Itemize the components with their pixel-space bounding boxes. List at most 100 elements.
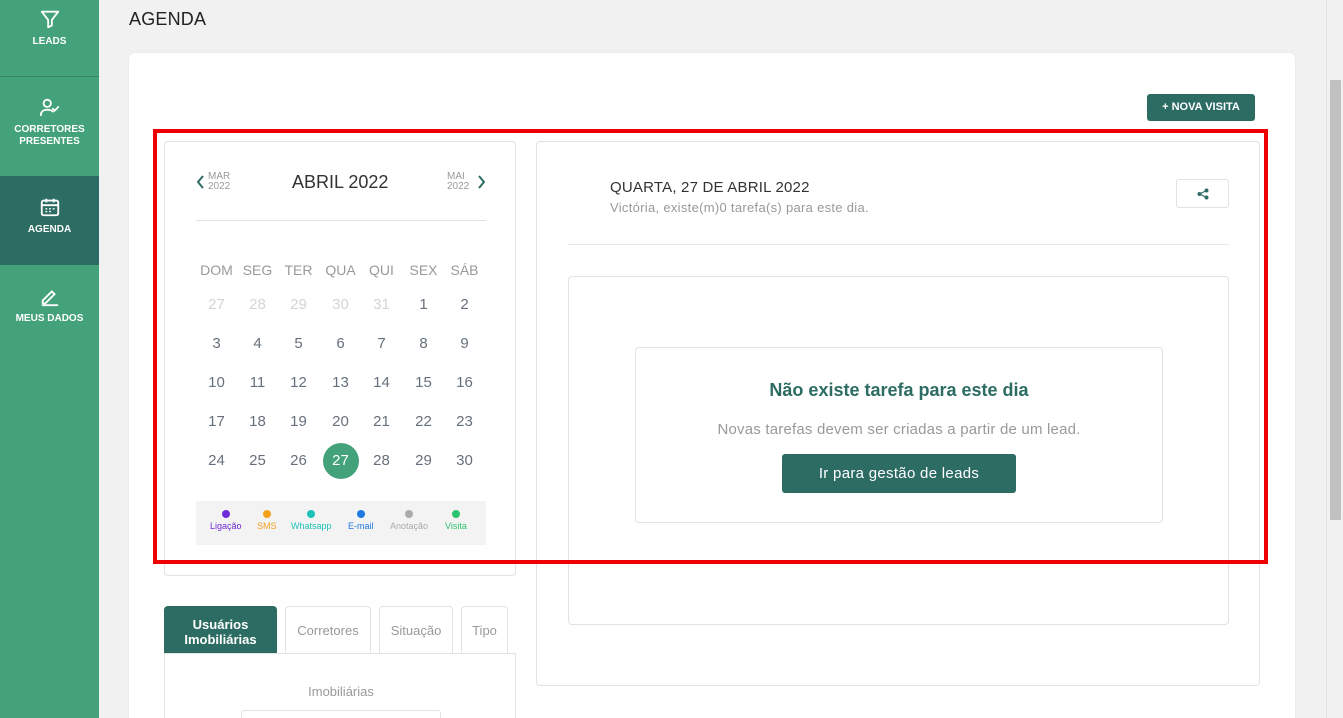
sidebar-item-label: LEADS bbox=[32, 36, 67, 47]
calendar-day-selected[interactable]: 27 bbox=[322, 443, 359, 479]
calendar-day[interactable]: 29 bbox=[281, 287, 317, 323]
sidebar-item-meus-dados[interactable]: MEUS DADOS bbox=[0, 285, 99, 335]
calendar-day[interactable]: 5 bbox=[281, 326, 317, 362]
legend-dot-icon bbox=[307, 510, 316, 518]
calendar-day[interactable]: 9 bbox=[447, 326, 483, 362]
calendar-day[interactable]: 16 bbox=[447, 365, 483, 401]
new-visit-button[interactable]: + NOVA VISITA bbox=[1147, 94, 1255, 121]
legend-item: E-mail bbox=[348, 510, 374, 531]
calendar-day[interactable]: 23 bbox=[447, 404, 483, 440]
calendar-day[interactable]: 25 bbox=[240, 443, 276, 479]
calendar-day[interactable]: 4 bbox=[240, 326, 276, 362]
legend-item: Visita bbox=[445, 510, 467, 531]
calendar-day[interactable]: 30 bbox=[323, 287, 359, 323]
calendar-day[interactable]: 19 bbox=[281, 404, 317, 440]
sidebar-item-label: CORRETORES PRESENTES bbox=[14, 124, 85, 147]
page-title: AGENDA bbox=[129, 9, 207, 29]
calendar-day[interactable]: 21 bbox=[364, 404, 400, 440]
calendar-day[interactable]: 14 bbox=[364, 365, 400, 401]
tab-label: Tipo bbox=[472, 623, 497, 638]
calendar-day[interactable]: 18 bbox=[240, 404, 276, 440]
calendar-day[interactable]: 11 bbox=[240, 365, 276, 401]
user-check-icon bbox=[39, 98, 59, 117]
imobiliarias-select[interactable] bbox=[241, 710, 441, 718]
calendar-day[interactable]: 1 bbox=[406, 287, 442, 323]
weekday-label: SÁB bbox=[450, 262, 479, 278]
share-button[interactable] bbox=[1176, 179, 1229, 208]
prev-month-button[interactable]: MAR 2022 bbox=[195, 172, 230, 192]
day-view-panel: QUARTA, 27 DE ABRIL 2022 Victória, exist… bbox=[536, 141, 1260, 686]
legend-label: Anotação bbox=[390, 521, 429, 531]
calendar-day[interactable]: 27 bbox=[199, 287, 235, 323]
day-subtitle: Victória, existe(m)0 tarefa(s) para este… bbox=[610, 200, 869, 215]
legend-label: Visita bbox=[445, 521, 467, 531]
legend-dot-icon bbox=[451, 510, 460, 518]
calendar-day[interactable]: 28 bbox=[240, 287, 276, 323]
calendar-day[interactable]: 12 bbox=[281, 365, 317, 401]
prev-year-label: 2022 bbox=[208, 181, 231, 192]
sidebar-divider bbox=[0, 76, 99, 77]
sidebar-item-label: MEUS DADOS bbox=[15, 313, 84, 324]
imobiliarias-label: Imobiliárias bbox=[308, 684, 374, 699]
calendar-day[interactable]: 20 bbox=[323, 404, 359, 440]
calendar-day[interactable]: 3 bbox=[199, 326, 235, 362]
tab-label: Corretores bbox=[297, 623, 359, 638]
calendar-divider bbox=[196, 220, 486, 221]
scrollbar-thumb[interactable] bbox=[1330, 80, 1341, 520]
calendar-title: ABRIL 2022 bbox=[292, 172, 389, 192]
tab-usuarios-imobiliarias[interactable]: Usuários Imobiliárias bbox=[164, 606, 277, 654]
calendar-day[interactable]: 26 bbox=[281, 443, 317, 479]
legend-item: SMS bbox=[257, 510, 277, 531]
go-to-leads-button[interactable]: Ir para gestão de leads bbox=[782, 454, 1016, 493]
legend-item: Anotação bbox=[390, 510, 428, 531]
day-divider bbox=[568, 244, 1229, 245]
empty-state-title: Não existe tarefa para este dia bbox=[769, 380, 1029, 400]
day-title: QUARTA, 27 DE ABRIL 2022 bbox=[610, 179, 810, 196]
tab-corretores[interactable]: Corretores bbox=[285, 606, 371, 654]
sidebar-item-leads[interactable]: LEADS bbox=[0, 8, 99, 68]
sidebar-item-agenda[interactable]: AGENDA bbox=[0, 176, 99, 265]
calendar-day[interactable]: 17 bbox=[199, 404, 235, 440]
calendar-panel: MAR 2022 ABRIL 2022 MAI 2022 DOM SEG TER QU… bbox=[164, 141, 516, 576]
tab-situacao[interactable]: Situação bbox=[379, 606, 453, 654]
legend-item: Whatsapp bbox=[291, 510, 332, 531]
calendar-day[interactable]: 31 bbox=[364, 287, 400, 323]
weekday-label: QUA bbox=[325, 262, 356, 278]
legend-dot-icon bbox=[356, 510, 365, 518]
calendar-day[interactable]: 29 bbox=[406, 443, 442, 479]
calendar-day[interactable]: 30 bbox=[447, 443, 483, 479]
empty-state-message: Novas tarefas devem ser criadas a partir… bbox=[717, 421, 1081, 438]
tab-tipo[interactable]: Tipo bbox=[461, 606, 508, 654]
weekday-label: SEG bbox=[242, 262, 273, 278]
weekday-label: QUI bbox=[369, 262, 394, 278]
sidebar-item-corretores-presentes[interactable]: CORRETORES PRESENTES bbox=[0, 96, 99, 166]
legend-dot-icon bbox=[221, 510, 230, 518]
calendar-day[interactable]: 15 bbox=[406, 365, 442, 401]
legend-label: E-mail bbox=[348, 521, 374, 531]
chevron-right-icon bbox=[478, 175, 486, 189]
calendar-day[interactable]: 7 bbox=[364, 326, 400, 362]
calendar-day[interactable]: 24 bbox=[199, 443, 235, 479]
calendar-day[interactable]: 8 bbox=[406, 326, 442, 362]
page-scrollbar[interactable] bbox=[1326, 0, 1343, 718]
legend-dot-icon bbox=[262, 510, 271, 518]
sidebar-item-label: AGENDA bbox=[27, 224, 72, 235]
share-icon bbox=[1197, 188, 1209, 200]
legend-label: SMS bbox=[257, 521, 277, 531]
chevron-left-icon bbox=[196, 175, 204, 189]
next-year-label: 2022 bbox=[447, 181, 470, 192]
calendar-day[interactable]: 13 bbox=[323, 365, 359, 401]
tab-label: Situação bbox=[390, 623, 442, 638]
task-list-container: Não existe tarefa para este dia Novas ta… bbox=[568, 276, 1229, 625]
legend-item: Ligação bbox=[210, 510, 242, 531]
tab-label: Usuários Imobiliárias bbox=[184, 617, 257, 647]
calendar-day[interactable]: 2 bbox=[447, 287, 483, 323]
weekday-label: SEX bbox=[409, 262, 438, 278]
calendar-day[interactable]: 28 bbox=[364, 443, 400, 479]
weekday-label: DOM bbox=[200, 262, 233, 278]
calendar-day[interactable]: 22 bbox=[406, 404, 442, 440]
next-month-button[interactable]: MAI 2022 bbox=[447, 172, 486, 192]
calendar-day[interactable]: 10 bbox=[199, 365, 235, 401]
legend-label: Whatsapp bbox=[291, 521, 332, 531]
calendar-day[interactable]: 6 bbox=[323, 326, 359, 362]
